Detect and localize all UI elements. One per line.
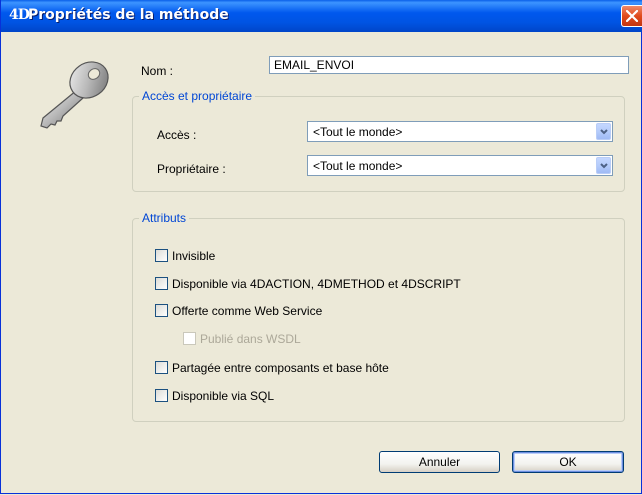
key-icon: [40, 61, 109, 129]
checkbox-label: Offerte comme Web Service: [172, 304, 323, 318]
checkbox-label: Disponible via 4DACTION, 4DMETHOD et 4DS…: [172, 277, 461, 291]
checkbox-box[interactable]: [155, 304, 168, 317]
checkbox-box[interactable]: [155, 277, 168, 290]
owner-select[interactable]: <Tout le monde>: [307, 155, 613, 176]
access-owner-group-title: Accès et propriétaire: [139, 89, 256, 103]
close-icon: [626, 10, 638, 22]
cancel-button[interactable]: Annuler: [379, 451, 500, 473]
ok-button[interactable]: OK: [512, 451, 624, 473]
access-select-value: <Tout le monde>: [313, 125, 403, 139]
owner-select-value: <Tout le monde>: [313, 159, 403, 173]
access-label: Accès :: [157, 128, 197, 142]
chevron-down-icon: [600, 163, 608, 169]
checkbox-box[interactable]: [155, 389, 168, 402]
checkbox-label: Publié dans WSDL: [200, 332, 301, 346]
access-select[interactable]: <Tout le monde>: [307, 121, 613, 142]
name-input[interactable]: EMAIL_ENVOI: [269, 56, 629, 74]
owner-dropdown-button[interactable]: [596, 157, 611, 174]
checkbox-box[interactable]: [155, 361, 168, 374]
attributes-group-title: Attributs: [139, 211, 190, 225]
title-bar: 4D Propriétés de la méthode: [1, 0, 642, 32]
access-owner-group: [132, 96, 625, 192]
access-dropdown-button[interactable]: [596, 123, 611, 140]
method-properties-dialog: 4D Propriétés de la méthode Nom : EMAIL_…: [0, 0, 642, 494]
checkbox-label: Invisible: [172, 249, 216, 263]
checkbox-box: [183, 332, 196, 345]
close-button[interactable]: [621, 5, 642, 27]
app-logo: 4D: [9, 7, 30, 23]
owner-label: Propriétaire :: [157, 162, 226, 176]
checkbox-label: Disponible via SQL: [172, 389, 275, 403]
checkbox-box[interactable]: [155, 249, 168, 262]
checkbox-label: Partagée entre composants et base hôte: [172, 361, 389, 375]
window-title: Propriétés de la méthode: [28, 7, 229, 23]
chevron-down-icon: [600, 129, 608, 135]
name-label: Nom :: [141, 64, 174, 78]
